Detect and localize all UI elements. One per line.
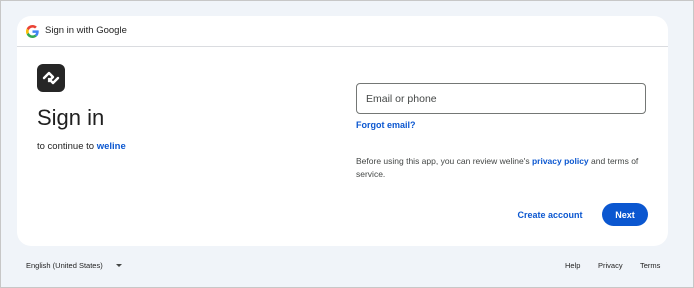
- continue-text: to continue to weline: [37, 141, 126, 152]
- language-selector[interactable]: English (United States): [26, 261, 103, 270]
- signin-card: Sign in with Google Sign in to continue …: [17, 16, 668, 246]
- help-link[interactable]: Help: [565, 261, 580, 270]
- privacy-note: Before using this app, you can review we…: [356, 155, 646, 181]
- privacy-link[interactable]: Privacy: [598, 261, 623, 270]
- create-account-button[interactable]: Create account: [513, 203, 587, 226]
- header-title: Sign in with Google: [45, 25, 127, 36]
- next-button[interactable]: Next: [602, 203, 648, 226]
- page-title: Sign in: [37, 105, 105, 130]
- privacy-text-before: Before using this app, you can review we…: [356, 156, 532, 166]
- weline-logo-mark: [42, 71, 60, 85]
- forgot-email-link[interactable]: Forgot email?: [356, 120, 416, 130]
- terms-link[interactable]: Terms: [640, 261, 660, 270]
- language-label: English (United States): [26, 261, 103, 270]
- email-field[interactable]: [356, 83, 646, 114]
- weline-logo-icon: [37, 64, 65, 92]
- continue-prefix: to continue to: [37, 141, 97, 152]
- privacy-policy-link[interactable]: privacy policy: [532, 156, 589, 166]
- app-name-link[interactable]: weline: [97, 141, 126, 152]
- card-header: Sign in with Google: [17, 16, 668, 47]
- google-g-icon: [26, 25, 39, 38]
- caret-down-icon[interactable]: [116, 264, 122, 267]
